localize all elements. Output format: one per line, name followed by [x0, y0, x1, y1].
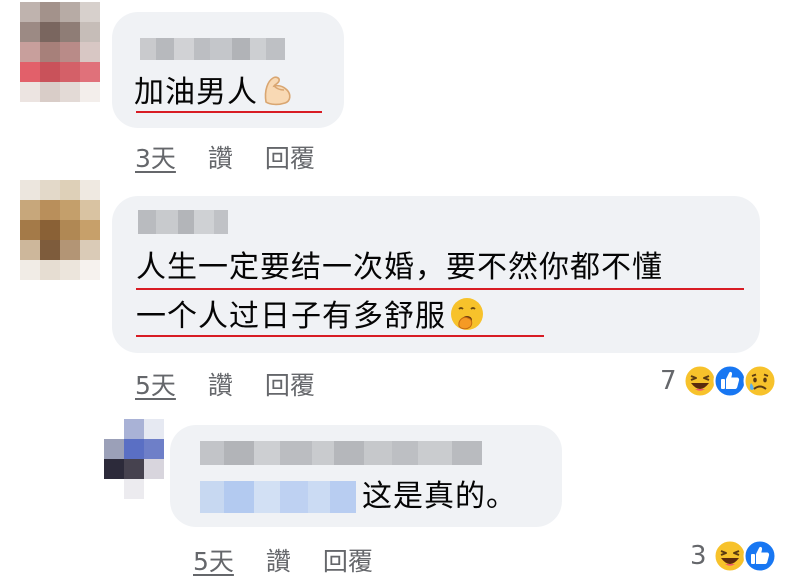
avatar[interactable]	[20, 180, 100, 280]
like-icon	[713, 364, 747, 398]
avatar[interactable]	[104, 419, 164, 499]
reply-button[interactable]: 回覆	[265, 366, 315, 402]
author-name-redacted[interactable]	[138, 210, 228, 234]
annotation-underline	[136, 288, 744, 290]
like-button[interactable]: 讚	[208, 366, 233, 402]
comment-text-line: 人生一定要结一次婚，要不然你都不懂	[136, 250, 663, 285]
reaction-count: 7	[660, 366, 677, 396]
timestamp-link[interactable]: 5天	[135, 366, 176, 402]
reaction-summary[interactable]: 7	[660, 364, 777, 398]
reply-button[interactable]: 回覆	[323, 542, 373, 578]
comment-bubble: 加油男人	[112, 12, 344, 128]
sad-icon	[743, 364, 777, 398]
haha-icon	[713, 539, 747, 573]
like-icon	[743, 539, 777, 573]
reaction-count: 3	[690, 541, 707, 571]
like-button[interactable]: 讚	[208, 139, 233, 175]
annotation-underline	[136, 335, 544, 337]
flexed-biceps-icon	[264, 76, 291, 106]
comment-actions: 3天 讚 回覆	[135, 139, 315, 175]
reaction-summary[interactable]: 3	[690, 539, 777, 573]
timestamp-link[interactable]: 5天	[193, 542, 234, 578]
comment-bubble: 人生一定要结一次婚，要不然你都不懂 一个人过日子有多舒服	[112, 196, 760, 353]
comment-text-line: 一个人过日子有多舒服	[136, 296, 485, 337]
mentioned-name-redacted[interactable]	[200, 481, 356, 513]
haha-icon	[683, 364, 717, 398]
avatar[interactable]	[20, 2, 100, 102]
reply-actions: 5天 讚 回覆	[193, 542, 373, 578]
yawning-face-icon	[451, 298, 483, 330]
author-name-redacted[interactable]	[140, 38, 285, 60]
like-button[interactable]: 讚	[266, 542, 291, 578]
reply-button[interactable]: 回覆	[265, 139, 315, 175]
reply-text: 这是真的。	[362, 479, 517, 514]
timestamp-link[interactable]: 3天	[135, 139, 176, 175]
comment-actions: 5天 讚 回覆	[135, 366, 315, 402]
comment-text: 加油男人	[134, 72, 296, 113]
author-name-redacted[interactable]	[200, 441, 482, 465]
annotation-underline	[136, 111, 322, 113]
reply-bubble: 这是真的。	[170, 425, 562, 527]
